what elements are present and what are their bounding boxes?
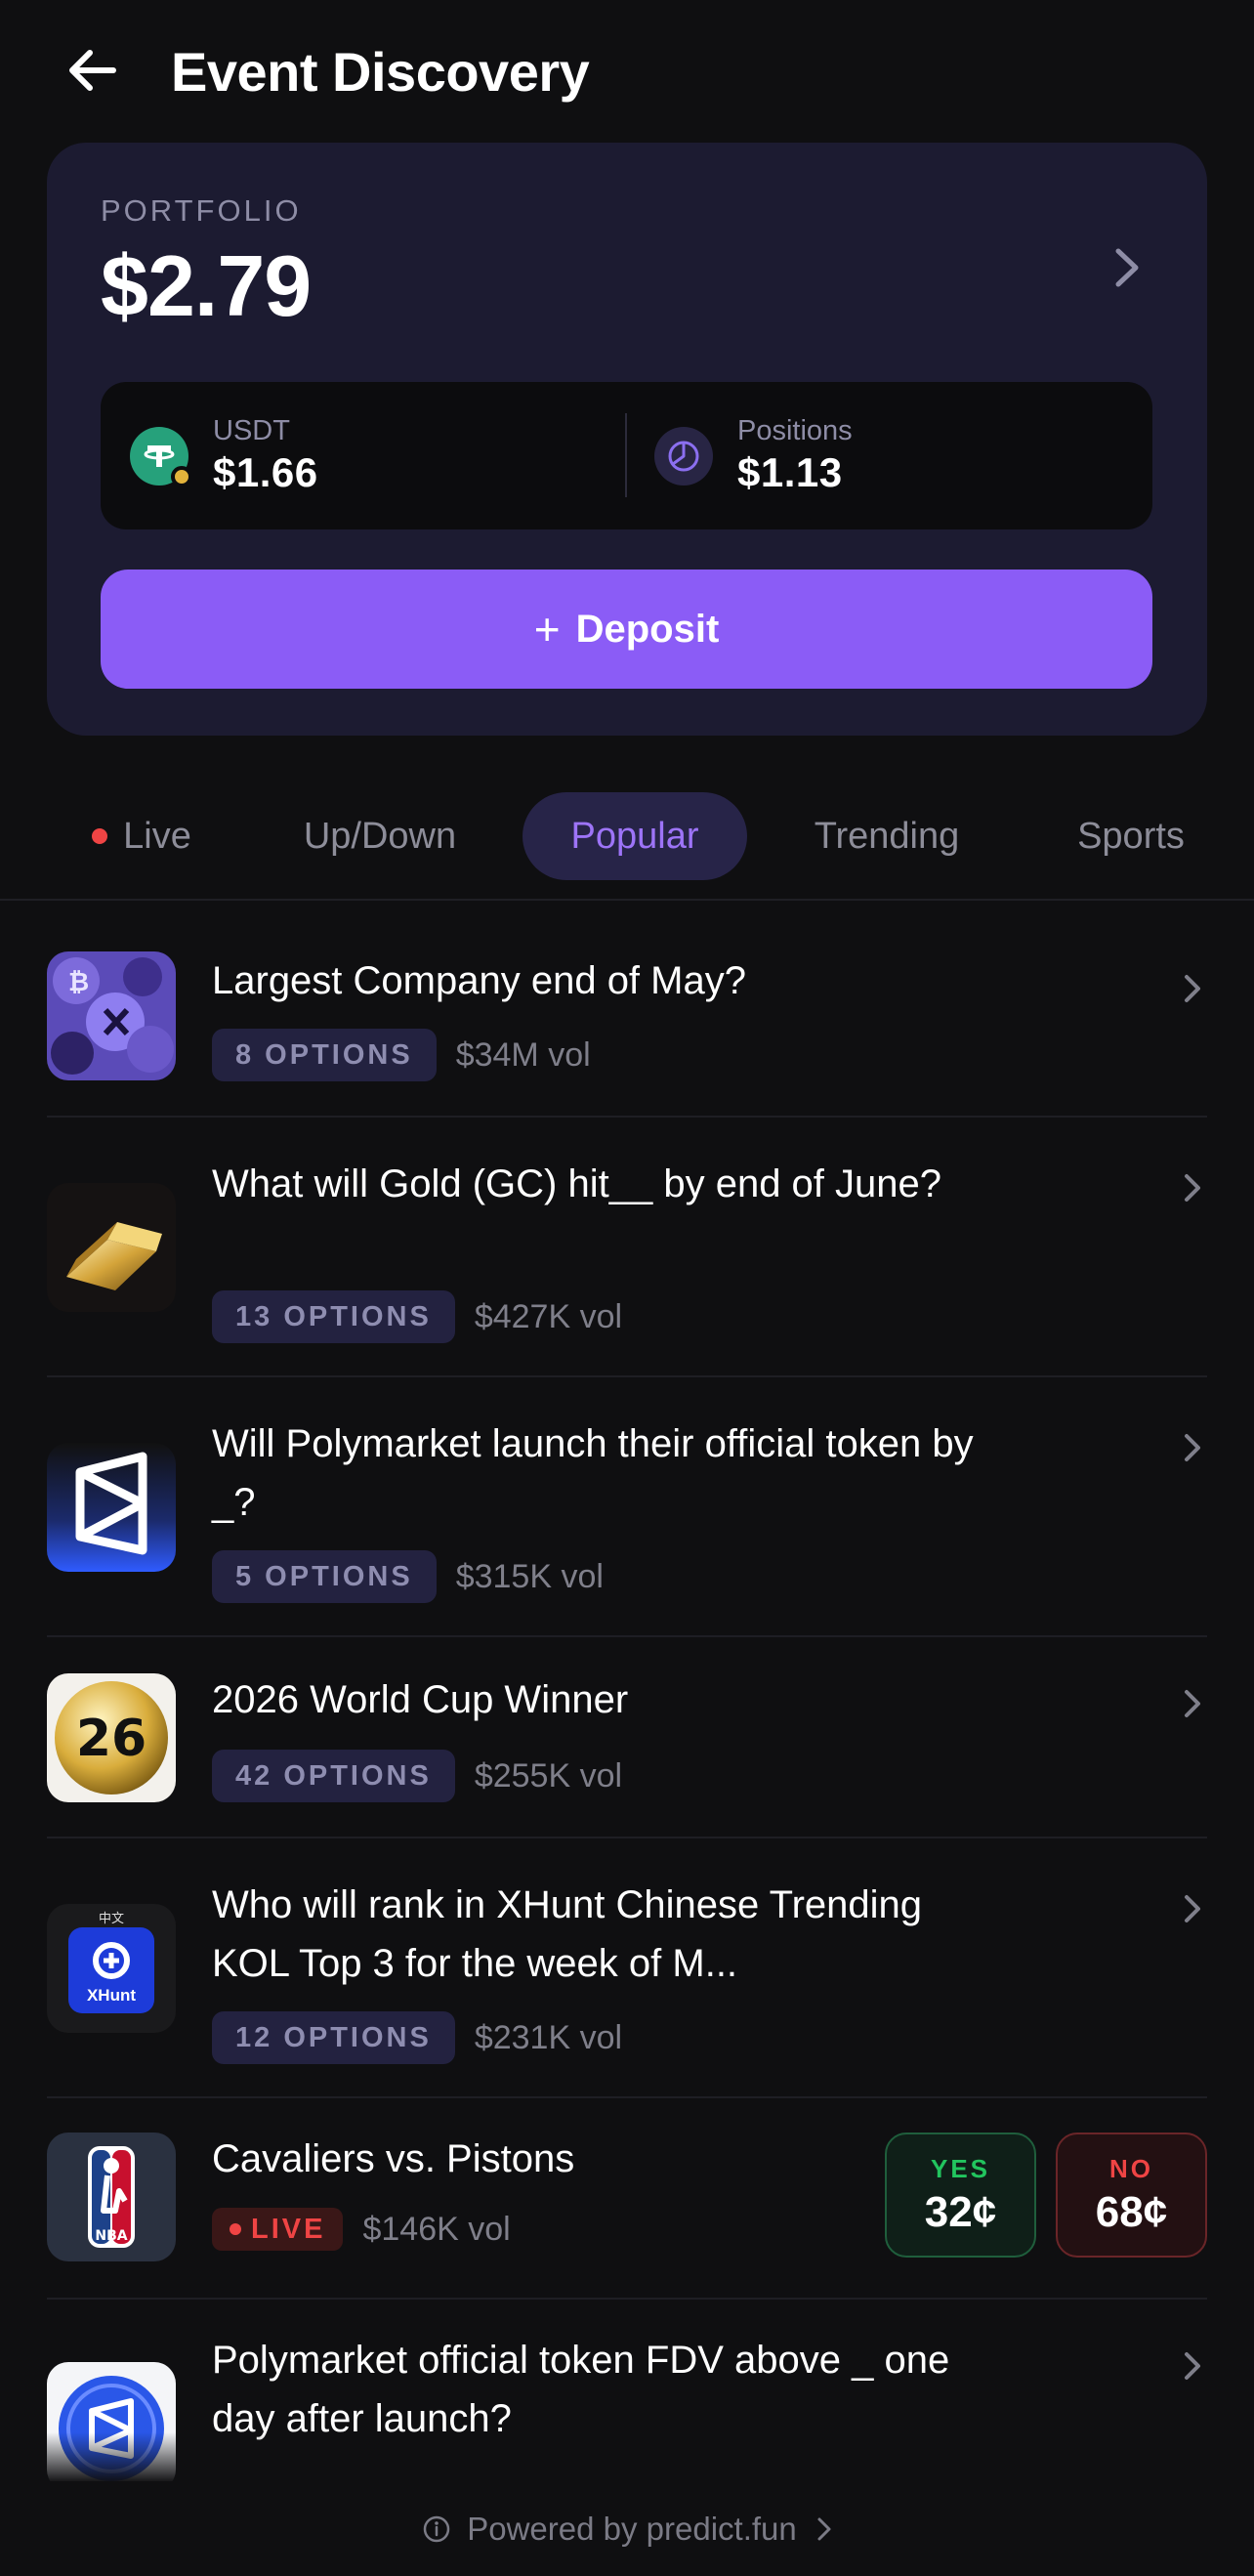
deposit-button[interactable]: + Deposit — [101, 570, 1152, 689]
market-volume: $315K vol — [455, 1557, 604, 1595]
tab-label: Live — [123, 815, 191, 857]
xhunt-logo-icon: XHunt — [68, 1927, 154, 2013]
portfolio-card[interactable]: PORTFOLIO $2.79 USDT $1.66 Positions $1.… — [47, 143, 1207, 736]
positions-label: Positions — [737, 414, 853, 446]
market-meta: LIVE $146K vol — [212, 2203, 511, 2256]
usdt-label: USDT — [213, 414, 290, 446]
page-title: Event Discovery — [171, 41, 590, 103]
divider — [625, 413, 627, 497]
polymarket-logo-thumbnail — [47, 1443, 176, 1572]
positions-amount: $1.13 — [737, 448, 843, 495]
tab-live[interactable]: Live — [78, 792, 205, 880]
yes-label: YES — [930, 2153, 991, 2183]
chevron-right-icon — [1178, 1428, 1207, 1467]
plus-icon: + — [533, 604, 561, 655]
market-title: Cavaliers vs. Pistons — [212, 2137, 575, 2180]
tab-label: Up/Down — [303, 815, 457, 857]
market-row[interactable]: 26 2026 World Cup Winner 42 OPTIONS $255… — [47, 1637, 1207, 1838]
chevron-right-icon — [1178, 969, 1207, 1008]
tab-popular[interactable]: Popular — [522, 792, 747, 880]
live-badge: LIVE — [212, 2208, 344, 2251]
yes-price: 32¢ — [924, 2187, 997, 2236]
live-badge-label: LIVE — [251, 2213, 326, 2245]
market-meta: 12 OPTIONS $231K vol — [212, 2011, 622, 2064]
no-label: NO — [1109, 2153, 1153, 2183]
back-button[interactable] — [61, 39, 123, 102]
market-volume: $255K vol — [474, 1756, 623, 1795]
market-volume: $231K vol — [474, 2018, 623, 2056]
network-badge-icon — [171, 465, 192, 487]
market-meta: 13 OPTIONS $427K vol — [212, 1290, 622, 1343]
market-title: What will Gold (GC) hit__ by end of June… — [212, 1162, 942, 1205]
svg-text:₿: ₿ — [68, 968, 89, 997]
portfolio-label: PORTFOLIO — [101, 193, 302, 228]
svg-text:26: 26 — [76, 1710, 146, 1768]
market-volume: $146K vol — [362, 2210, 511, 2248]
market-row[interactable]: Will Polymarket launch their official to… — [47, 1377, 1207, 1637]
gold-bar-thumbnail — [47, 1183, 176, 1312]
tab-trending[interactable]: Trending — [793, 792, 981, 880]
market-row[interactable]: What will Gold (GC) hit__ by end of June… — [47, 1118, 1207, 1377]
usdt-balance[interactable]: USDT $1.66 — [130, 382, 318, 529]
nba-logo-text: NBA — [95, 2228, 127, 2244]
tab-label: Trending — [814, 815, 960, 857]
footer-fade — [0, 2432, 1254, 2483]
market-volume: $427K vol — [474, 1297, 623, 1335]
balances-panel: USDT $1.66 Positions $1.13 — [101, 382, 1152, 529]
crypto-collage-thumbnail: ₿ — [47, 951, 176, 1080]
deposit-label: Deposit — [575, 607, 720, 651]
tab-up-down[interactable]: Up/Down — [279, 792, 481, 880]
info-icon — [422, 2514, 451, 2544]
chevron-right-icon — [1178, 1684, 1207, 1723]
no-price: 68¢ — [1095, 2187, 1168, 2236]
live-dot-icon — [230, 2223, 241, 2235]
chevron-right-icon — [816, 2516, 832, 2542]
world-cup-26-thumbnail: 26 — [47, 1673, 176, 1802]
positions-balance[interactable]: Positions $1.13 — [654, 382, 853, 529]
market-meta: 42 OPTIONS $255K vol — [212, 1750, 622, 1802]
chevron-right-icon[interactable] — [1108, 238, 1147, 297]
usdt-amount: $1.66 — [213, 448, 318, 495]
tab-sports[interactable]: Sports — [1055, 792, 1207, 880]
header: Event Discovery — [0, 0, 1254, 145]
market-meta: 8 OPTIONS $34M vol — [212, 1029, 591, 1081]
options-badge: 13 OPTIONS — [212, 1290, 455, 1343]
market-row[interactable]: NBA Cavaliers vs. Pistons LIVE $146K vol… — [47, 2098, 1207, 2300]
tab-label: Popular — [570, 815, 699, 857]
powered-by-link[interactable]: Powered by predict.fun — [422, 2511, 832, 2548]
market-meta: 5 OPTIONS $315K vol — [212, 1550, 604, 1603]
market-title: Largest Company end of May? — [212, 959, 746, 1002]
tab-label: Sports — [1077, 815, 1185, 857]
portfolio-value: $2.79 — [101, 237, 312, 334]
chevron-right-icon — [1178, 1889, 1207, 1928]
thumb-tag: 中文 — [98, 1911, 124, 1925]
market-volume: $34M vol — [455, 1035, 591, 1074]
options-badge: 5 OPTIONS — [212, 1550, 437, 1603]
market-title: Polymarket official token FDV above _ on… — [212, 2339, 950, 2440]
category-tabs: Live Up/Down Popular Trending Sports — [0, 789, 1254, 883]
buy-no-button[interactable]: NO 68¢ — [1056, 2133, 1207, 2258]
pie-chart-icon — [654, 426, 713, 486]
market-row[interactable]: 中文 XHunt Who will rank in XHunt Chinese … — [47, 1838, 1207, 2098]
market-title: Will Polymarket launch their official to… — [212, 1422, 974, 1524]
usdt-token-icon — [130, 426, 192, 487]
footer: Powered by predict.fun — [0, 2481, 1254, 2576]
xhunt-logo-text: XHunt — [86, 1986, 137, 2005]
market-title: 2026 World Cup Winner — [212, 1678, 629, 1721]
options-badge: 42 OPTIONS — [212, 1750, 455, 1802]
arrow-left-icon — [69, 50, 116, 91]
options-badge: 8 OPTIONS — [212, 1029, 437, 1081]
live-dot-icon — [92, 828, 108, 844]
market-row[interactable]: ₿ Largest Company end of May? 8 OPTIONS … — [47, 901, 1207, 1118]
market-title: Who will rank in XHunt Chinese Trending … — [212, 1883, 923, 1985]
nba-logo-thumbnail: NBA — [47, 2133, 176, 2261]
xhunt-thumbnail: 中文 XHunt — [47, 1904, 176, 2033]
chevron-right-icon — [1178, 1168, 1207, 1207]
powered-by-text: Powered by predict.fun — [467, 2510, 797, 2547]
options-badge: 12 OPTIONS — [212, 2011, 455, 2064]
buy-yes-button[interactable]: YES 32¢ — [885, 2133, 1036, 2258]
chevron-right-icon — [1178, 2346, 1207, 2386]
